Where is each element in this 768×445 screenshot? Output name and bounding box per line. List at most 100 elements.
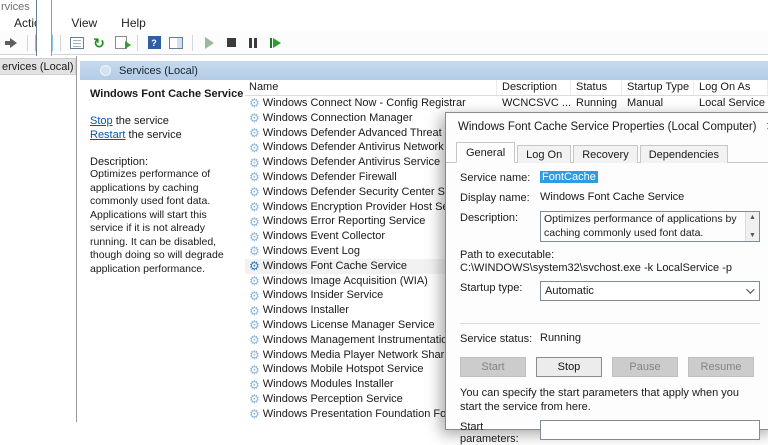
window-title: rvices (0, 0, 768, 14)
restart-service-icon[interactable] (266, 34, 284, 52)
service-name: Windows Encryption Provider Host Service (263, 200, 472, 215)
toolbar-separator (27, 35, 28, 51)
service-status-label: Service status: (460, 332, 540, 345)
gear-icon: ⚙ (249, 112, 260, 124)
separator-line (460, 323, 760, 324)
services-header-icon (100, 65, 111, 76)
gear-icon: ⚙ (249, 260, 260, 272)
dialog-title-bar: Windows Font Cache Service Properties (L… (446, 113, 768, 140)
scroll-down-icon[interactable]: ▼ (749, 232, 756, 239)
startup-type-dropdown[interactable]: Automatic (540, 281, 760, 301)
gear-icon: ⚙ (249, 319, 260, 331)
service-name: Windows License Manager Service (263, 318, 435, 333)
properties-icon[interactable] (68, 34, 86, 52)
dialog-description-label: Description: (460, 211, 540, 242)
toolbar-separator (137, 35, 138, 51)
service-name: Windows Defender Firewall (263, 170, 397, 185)
service-name: Windows Installer (263, 303, 349, 318)
display-name-label: Display name: (460, 191, 540, 204)
menu-help[interactable]: Help (121, 16, 146, 30)
start-parameters-note: You can specify the start parameters tha… (460, 387, 762, 414)
chevron-down-icon (746, 285, 754, 293)
service-name: Windows Perception Service (263, 392, 403, 407)
gear-icon: ⚙ (249, 408, 260, 420)
service-name-label: Service name: (460, 171, 540, 184)
menu-bar: Action View Help (0, 14, 768, 31)
service-status-value: Running (540, 332, 760, 345)
gear-icon: ⚙ (249, 290, 260, 302)
startup-type-value: Automatic (545, 285, 594, 297)
service-name: Windows Insider Service (263, 288, 383, 303)
gear-icon: ⚙ (249, 334, 260, 346)
column-header-startup-type[interactable]: Startup Type (622, 80, 694, 95)
toolbar-separator (192, 35, 193, 51)
start-button: Start (460, 357, 526, 377)
dialog-title: Windows Font Cache Service Properties (L… (458, 121, 756, 133)
pause-service-icon[interactable] (244, 34, 262, 52)
description-label: Description: (90, 156, 235, 168)
tab-recovery[interactable]: Recovery (573, 145, 637, 163)
tab-dependencies[interactable]: Dependencies (640, 145, 728, 163)
services-header-title: Services (Local) (119, 65, 198, 77)
column-header-description[interactable]: Description (497, 80, 571, 95)
tree-item-services-local[interactable]: ervices (Local) (0, 58, 76, 75)
services-header-bar: Services (Local) (80, 61, 768, 80)
description-textbox[interactable]: Optimizes performance of applications by… (540, 211, 760, 242)
gear-icon: ⚙ (249, 127, 260, 139)
column-header-status[interactable]: Status (571, 80, 622, 95)
restart-service-line: Restart the service (90, 128, 235, 142)
service-name: Windows Defender Security Center Service (263, 185, 475, 200)
show-console-tree-icon[interactable] (35, 34, 53, 52)
export-list-icon[interactable] (112, 34, 130, 52)
dialog-body: Service name: FontCache Display name: Wi… (446, 163, 768, 445)
gear-icon: ⚙ (249, 186, 260, 198)
gear-icon: ⚙ (249, 245, 260, 257)
selected-service-title: Windows Font Cache Service (90, 88, 235, 100)
stop-service-icon[interactable] (222, 34, 240, 52)
start-parameters-input[interactable] (540, 420, 760, 440)
service-name: Windows Image Acquisition (WIA) (263, 274, 428, 289)
gear-icon: ⚙ (249, 364, 260, 376)
start-service-icon (200, 34, 218, 52)
cell: WCNCSVC ... (497, 96, 571, 111)
stop-service-link[interactable]: Stop (90, 115, 113, 127)
tab-general[interactable]: General (456, 142, 515, 163)
gear-icon: ⚙ (249, 201, 260, 213)
tab-log-on[interactable]: Log On (517, 145, 571, 163)
menu-view[interactable]: View (71, 16, 97, 30)
stop-service-line: Stop the service (90, 114, 235, 128)
column-header-log-on-as[interactable]: Log On As (694, 80, 768, 95)
resume-button: Resume (688, 357, 754, 377)
list-header: Name Description Status Startup Type Log… (245, 80, 768, 96)
gear-icon: ⚙ (249, 97, 260, 109)
column-header-name[interactable]: Name (245, 80, 497, 95)
properties-dialog: Windows Font Cache Service Properties (L… (445, 112, 768, 430)
help-icon[interactable]: ? (145, 34, 163, 52)
stop-button[interactable]: Stop (536, 357, 602, 377)
scroll-up-icon[interactable]: ▲ (749, 214, 756, 221)
toolbar-separator (60, 35, 61, 51)
gear-icon: ⚙ (249, 379, 260, 391)
service-name-highlighted: FontCache (540, 171, 598, 183)
service-row[interactable]: ⚙Windows Connect Now - Config RegistrarW… (245, 96, 768, 111)
restart-service-link[interactable]: Restart (90, 129, 125, 141)
path-to-executable-value: C:\WINDOWS\system32\svchost.exe -k Local… (460, 262, 760, 275)
show-action-pane-icon[interactable] (167, 34, 185, 52)
dialog-description-text: Optimizes performance of applications by… (541, 212, 745, 241)
forward-arrow-icon[interactable] (2, 34, 20, 52)
description-text: Optimizes performance of applications by… (90, 168, 235, 276)
display-name-value: Windows Font Cache Service (540, 191, 760, 204)
gear-icon: ⚙ (249, 305, 260, 317)
service-name: Windows Event Log (263, 244, 360, 259)
service-name: Windows Management Instrumentation (263, 333, 454, 348)
startup-type-label: Startup type: (460, 281, 540, 301)
gear-icon: ⚙ (249, 142, 260, 154)
service-name: Windows Defender Antivirus Service (263, 155, 440, 170)
description-scrollbar[interactable]: ▲ ▼ (745, 212, 759, 241)
refresh-icon[interactable]: ↻ (90, 34, 108, 52)
dialog-tabs: General Log On Recovery Dependencies (446, 140, 768, 163)
service-name: Windows Connection Manager (263, 111, 413, 126)
close-icon[interactable]: × (756, 113, 768, 140)
gear-icon: ⚙ (249, 393, 260, 405)
cell: Manual (622, 96, 694, 111)
